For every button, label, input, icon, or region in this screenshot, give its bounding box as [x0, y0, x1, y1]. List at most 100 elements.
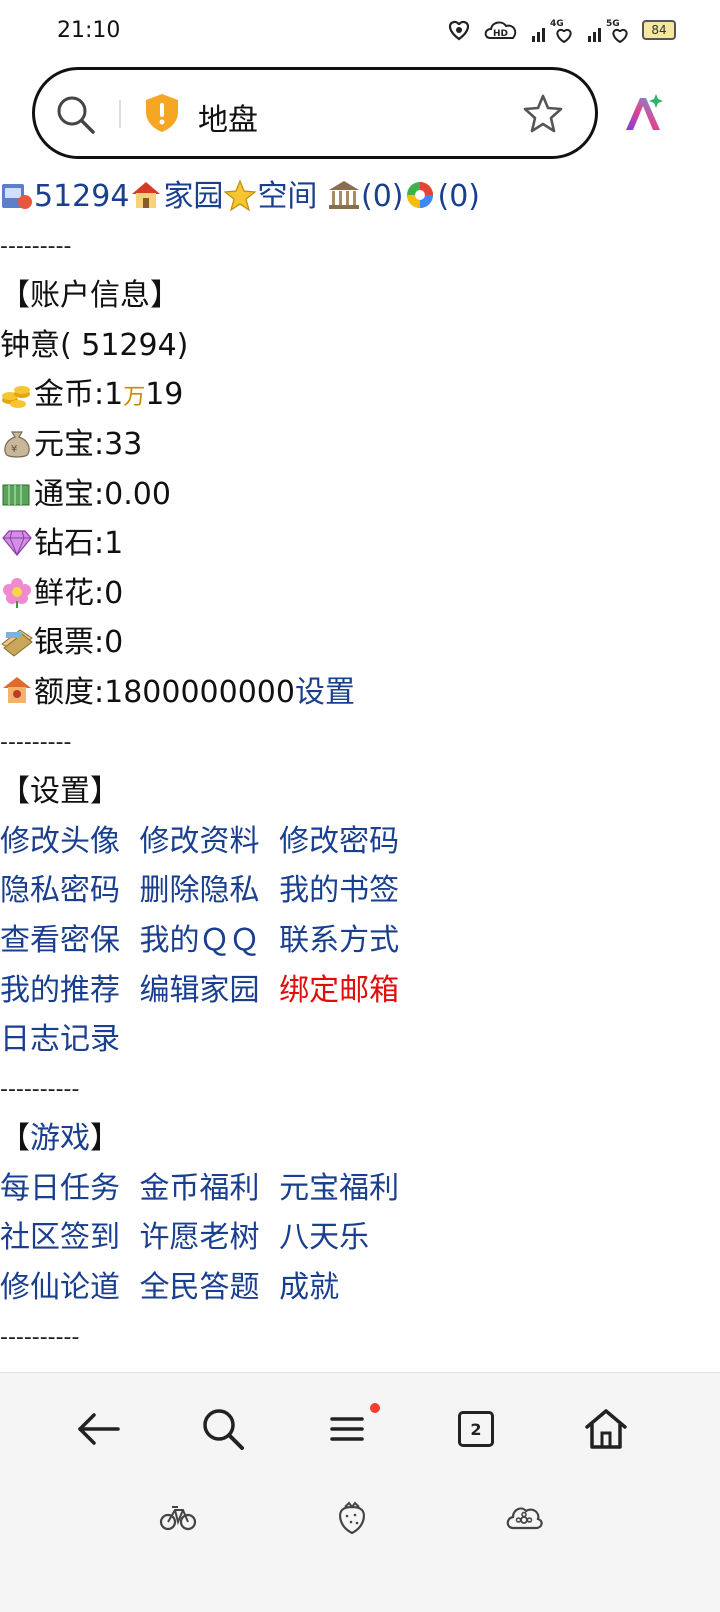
account-heading: 【账户信息】: [0, 278, 180, 314]
ai-assistant-icon[interactable]: [620, 90, 668, 142]
settings-link[interactable]: 我的ＱＱ: [140, 923, 260, 958]
tabs-button[interactable]: 2: [446, 1401, 506, 1457]
hd-cloud-icon: HD: [482, 16, 520, 44]
user-card-icon: [0, 178, 34, 212]
game-link[interactable]: 成就: [279, 1270, 339, 1305]
signal-4g-icon: 4G: [530, 16, 576, 44]
bottom-toolbar: 2: [0, 1372, 720, 1612]
diamond-icon: [0, 525, 34, 559]
game-link[interactable]: 许愿老树: [140, 1220, 260, 1255]
settings-link[interactable]: 删除隐私: [140, 873, 260, 908]
game-link[interactable]: 八天乐: [279, 1220, 369, 1255]
settings-row: 日志记录: [0, 1015, 720, 1065]
quota-settings-link[interactable]: 设置: [295, 675, 355, 710]
games-row: 每日任务 金币福利 元宝福利: [0, 1164, 720, 1214]
settings-link[interactable]: 查看密保: [0, 923, 120, 958]
address-divider: [119, 100, 121, 128]
settings-link[interactable]: 修改密码: [279, 824, 399, 859]
bank-link[interactable]: (0): [361, 179, 404, 214]
games-row: 修仙论道 全民答题 成就: [0, 1263, 720, 1313]
birdhouse-icon: [0, 674, 34, 708]
status-icons: HD 4G 5G 84: [446, 16, 676, 44]
svg-text:HD: HD: [493, 29, 508, 39]
svg-text:¥: ¥: [11, 444, 17, 455]
svg-text:5G: 5G: [606, 19, 620, 29]
separator: ----------: [0, 1324, 80, 1350]
colors-link[interactable]: (0): [437, 179, 480, 214]
settings-link[interactable]: 隐私密码: [0, 873, 120, 908]
search-icon[interactable]: [55, 94, 97, 140]
status-bar: 21:10 HD 4G 5G 84: [0, 0, 720, 62]
strawberry-icon[interactable]: [332, 1497, 372, 1537]
bookmark-star-icon[interactable]: [521, 92, 565, 140]
game-link[interactable]: 全民答题: [140, 1270, 260, 1305]
settings-link[interactable]: 日志记录: [0, 1022, 120, 1057]
menu-icon[interactable]: [318, 1401, 380, 1457]
bicycle-icon[interactable]: [158, 1497, 198, 1537]
home-link[interactable]: 家园: [163, 179, 223, 214]
games-heading-link[interactable]: 游戏: [30, 1121, 90, 1156]
diamond-row: 钻石:1: [0, 519, 720, 569]
settings-row: 查看密保 我的ＱＱ 联系方式: [0, 916, 720, 966]
shield-warning-icon[interactable]: [143, 92, 181, 138]
game-link[interactable]: 金币福利: [140, 1171, 260, 1206]
address-text[interactable]: 地盘: [198, 95, 258, 139]
search-nav-icon[interactable]: [193, 1401, 253, 1457]
game-link[interactable]: 修仙论道: [0, 1270, 120, 1305]
separator: ---------: [0, 729, 72, 755]
home-nav-icon[interactable]: [576, 1401, 636, 1457]
settings-heading: 【设置】: [0, 774, 120, 810]
diamond-value: 钻石:1: [34, 526, 124, 562]
bank-icon: [327, 178, 361, 212]
banknote-row: 银票:0: [0, 618, 720, 668]
money-bag-icon: ¥: [0, 426, 34, 460]
gold-row: 金币:1万19: [0, 370, 720, 420]
quota-row: 额度:1800000000设置: [0, 668, 720, 718]
notification-dot: [370, 1403, 380, 1413]
banknote-icon: [0, 624, 34, 658]
svg-text:4G: 4G: [550, 19, 564, 29]
settings-row: 隐私密码 删除隐私 我的书签: [0, 866, 720, 916]
bind-email-link[interactable]: 绑定邮箱: [279, 973, 399, 1008]
games-heading-close: 】: [90, 1121, 120, 1157]
tab-count: 2: [458, 1411, 494, 1447]
status-time: 21:10: [57, 18, 121, 43]
user-id-link[interactable]: 51294: [34, 179, 129, 214]
star-space-icon: [223, 178, 258, 212]
settings-row: 我的推荐 编辑家园 绑定邮箱: [0, 966, 720, 1016]
settings-link[interactable]: 我的书签: [279, 873, 399, 908]
game-link[interactable]: 社区签到: [0, 1220, 120, 1255]
battery-icon: 84: [642, 20, 676, 40]
games-heading-open: 【: [0, 1121, 30, 1157]
games-row: 社区签到 许愿老树 八天乐: [0, 1213, 720, 1263]
settings-link[interactable]: 修改资料: [140, 824, 260, 859]
tongbao-row: 通宝:0.00: [0, 470, 720, 520]
banknote-value: 银票:0: [34, 625, 124, 661]
account-name: 钟意( 51294): [0, 327, 189, 363]
flowers-row: 鲜花:0: [0, 569, 720, 619]
color-wheel-icon: [403, 178, 437, 212]
game-link[interactable]: 元宝福利: [279, 1171, 399, 1206]
address-bar[interactable]: 地盘: [32, 67, 598, 159]
flowers-value: 鲜花:0: [34, 575, 124, 611]
games-heading: 【游戏】: [0, 1114, 720, 1164]
settings-link[interactable]: 修改头像: [0, 824, 120, 859]
settings-link[interactable]: 编辑家园: [140, 973, 260, 1008]
separator: ---------: [0, 233, 72, 259]
gold-rest: 19: [145, 377, 184, 413]
settings-link[interactable]: 联系方式: [279, 923, 399, 958]
space-link[interactable]: 空间: [257, 179, 317, 214]
cash-stack-icon: [0, 476, 34, 510]
separator: ----------: [0, 1076, 80, 1102]
signal-5g-icon: 5G: [586, 16, 632, 44]
back-arrow-icon[interactable]: [68, 1401, 128, 1457]
cloud-flower-icon[interactable]: [504, 1497, 544, 1537]
gold-wan-unit: 万: [123, 385, 146, 411]
flower-icon: [0, 575, 34, 609]
quota-value: 额度:1800000000: [34, 674, 295, 710]
gold-label: 金币:1: [34, 377, 124, 413]
yuanbao-row: ¥ 元宝:33: [0, 420, 720, 470]
settings-link[interactable]: 我的推荐: [0, 973, 120, 1008]
game-link[interactable]: 每日任务: [0, 1171, 120, 1206]
heart-status-icon: [446, 16, 472, 44]
